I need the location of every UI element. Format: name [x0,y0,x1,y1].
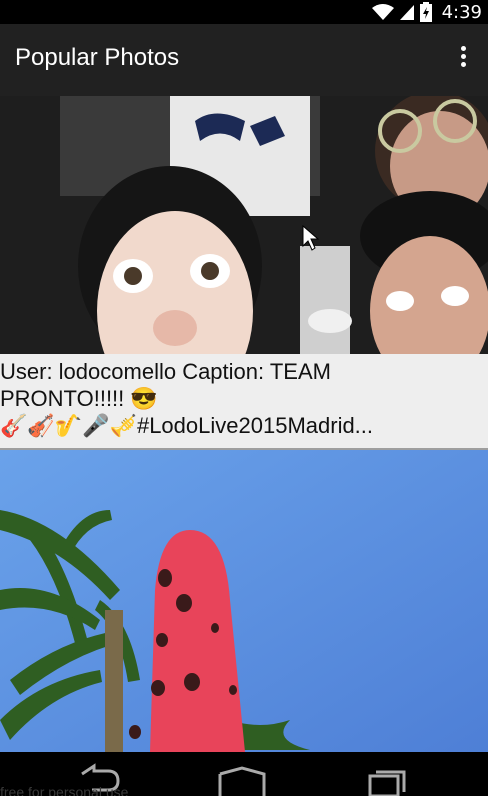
selfie-photo [0,96,488,354]
app-bar: Popular Photos [0,24,488,96]
battery-icon [419,2,432,22]
status-time: 4:39 [441,1,482,23]
overflow-menu-icon[interactable] [458,46,468,74]
page-title: Popular Photos [15,44,180,71]
caption-line-3: 🎸🎻🎷🎤🎺#LodoLive2015Madrid... [0,413,374,438]
caption-line-1: User: lodocomello Caption: TEAM [0,359,331,384]
caption-line-2: PRONTO!!!!! 😎 [0,386,158,411]
home-icon[interactable] [212,760,272,796]
photo-caption: User: lodocomello Caption: TEAM PRONTO!!… [0,354,488,448]
nav-bar: free for personal use [0,752,488,796]
wifi-icon [371,4,394,20]
status-icons: 4:39 [371,0,482,24]
watermark-text: free for personal use [0,784,129,796]
recents-icon[interactable] [356,760,416,796]
photo-item-1[interactable] [0,96,488,354]
signal-icon [399,5,414,20]
status-bar: 4:39 [0,0,488,24]
photo-item-2[interactable] [0,450,488,752]
palm-popsicle-photo [0,450,488,752]
photo-feed[interactable]: User: lodocomello Caption: TEAM PRONTO!!… [0,96,488,752]
